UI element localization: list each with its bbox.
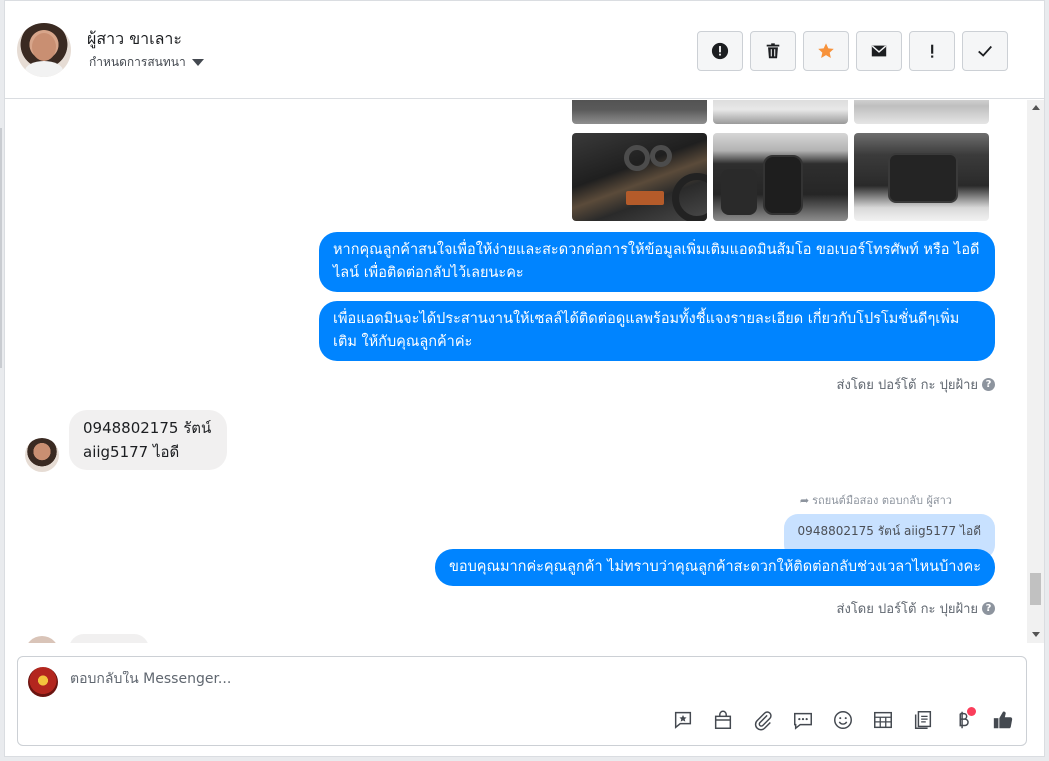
trash-icon <box>766 43 780 59</box>
photo-detail <box>624 145 650 171</box>
sent-by-label: ส่งโดย ปอร์โต้ กะ ปุยฝ้าย ? <box>837 598 995 619</box>
envelope-icon <box>871 45 887 57</box>
saved-reply-icon <box>674 711 692 729</box>
outgoing-message[interactable]: เพื่อแอดมินจะได้ประสานงานให้เซลล์ได้ติดต… <box>319 301 995 361</box>
conversation-options[interactable]: กำหนดการสนทนา <box>89 53 204 72</box>
photo-detail <box>626 191 664 205</box>
payment-button[interactable] <box>950 707 976 733</box>
photo-detail <box>672 173 707 221</box>
car-photo[interactable] <box>572 133 707 221</box>
conversation-options-label: กำหนดการสนทนา <box>89 55 186 69</box>
message-button[interactable] <box>790 707 816 733</box>
exclamation-icon <box>931 44 934 58</box>
scrollbar[interactable] <box>1027 100 1044 643</box>
shop-bag-icon <box>714 710 732 729</box>
chat-bubble-icon <box>794 712 812 730</box>
conversation-panel: ผู้สาว ขาเลาะ กำหนดการสนทนา หากคุณลูกค้า… <box>4 0 1045 757</box>
mark-done-button[interactable] <box>962 31 1008 71</box>
scroll-down-icon[interactable] <box>1032 632 1040 637</box>
star-icon <box>818 43 834 59</box>
notes-button[interactable] <box>910 707 936 733</box>
emoji-button[interactable] <box>830 707 856 733</box>
incoming-message[interactable] <box>69 634 149 643</box>
star-button[interactable] <box>803 31 849 71</box>
emoji-icon <box>834 711 852 729</box>
table-button[interactable] <box>870 707 896 733</box>
car-photo[interactable] <box>854 100 989 124</box>
like-button[interactable] <box>990 707 1016 733</box>
attach-button[interactable] <box>750 707 776 733</box>
alert-circle-icon <box>711 42 729 60</box>
mark-unread-button[interactable] <box>856 31 902 71</box>
avatar[interactable] <box>25 636 59 643</box>
reply-context-text: รถยนต์มือสอง ตอบกลับ ผู้สาว <box>812 494 952 507</box>
reply-composer <box>17 656 1027 746</box>
sent-by-text: ส่งโดย ปอร์โต้ กะ ปุยฝ้าย <box>836 378 978 393</box>
action-toolbar <box>697 31 1008 71</box>
outgoing-message[interactable]: ขอบคุณมากค่ะคุณลูกค้า ไม่ทราบว่าคุณลูกค้… <box>434 549 995 586</box>
thumbs-up-icon <box>993 711 1013 729</box>
notes-icon <box>914 711 932 729</box>
car-photo[interactable] <box>713 133 848 221</box>
delete-button[interactable] <box>750 31 796 71</box>
shop-button[interactable] <box>710 707 736 733</box>
reply-arrow-icon: ➦ <box>799 493 810 507</box>
scroll-up-icon[interactable] <box>1032 105 1040 110</box>
car-photo[interactable] <box>854 133 989 221</box>
attachment-icon <box>754 711 772 731</box>
saved-reply-button[interactable] <box>670 707 696 733</box>
avatar[interactable] <box>17 23 71 77</box>
help-icon[interactable]: ? <box>982 378 995 391</box>
photo-detail <box>763 155 803 215</box>
check-icon <box>978 45 992 57</box>
sent-by-label: ส่งโดย ปอร์โต้ กะ ปุยฝ้าย ? <box>837 374 995 395</box>
incoming-message[interactable]: 0948802175 รัตน์ aiig5177 ไอดี <box>69 410 227 470</box>
avatar-shirt <box>25 61 63 77</box>
avatar-face <box>32 33 56 61</box>
composer-tools <box>670 707 1016 733</box>
sent-by-text: ส่งโดย ปอร์โต้ กะ ปุยฝ้าย <box>836 602 978 617</box>
photo-detail <box>721 169 757 215</box>
reply-input[interactable] <box>70 671 670 687</box>
message-thread[interactable]: หากคุณลูกค้าสนใจเพื่อให้ง่ายและสะดวกต่อก… <box>5 100 1044 643</box>
follow-up-button[interactable] <box>909 31 955 71</box>
avatar[interactable] <box>25 438 59 472</box>
outgoing-message[interactable]: หากคุณลูกค้าสนใจเพื่อให้ง่ายและสะดวกต่อก… <box>319 232 995 292</box>
table-icon <box>874 711 892 729</box>
car-photo[interactable] <box>713 100 848 124</box>
left-edge-marker <box>0 128 2 368</box>
conversation-header: ผู้สาว ขาเลาะ กำหนดการสนทนา <box>5 1 1044 99</box>
photo-detail <box>650 145 672 167</box>
help-icon[interactable]: ? <box>982 602 995 615</box>
notification-dot <box>967 707 976 716</box>
car-photo[interactable] <box>572 100 707 124</box>
photo-detail <box>888 153 958 203</box>
page-avatar <box>28 667 58 697</box>
mark-spam-button[interactable] <box>697 31 743 71</box>
reply-context: ➦ รถยนต์มือสอง ตอบกลับ ผู้สาว <box>800 491 952 509</box>
contact-name[interactable]: ผู้สาว ขาเลาะ <box>87 27 182 52</box>
caret-down-icon <box>191 59 204 66</box>
scroll-thumb[interactable] <box>1030 573 1041 605</box>
